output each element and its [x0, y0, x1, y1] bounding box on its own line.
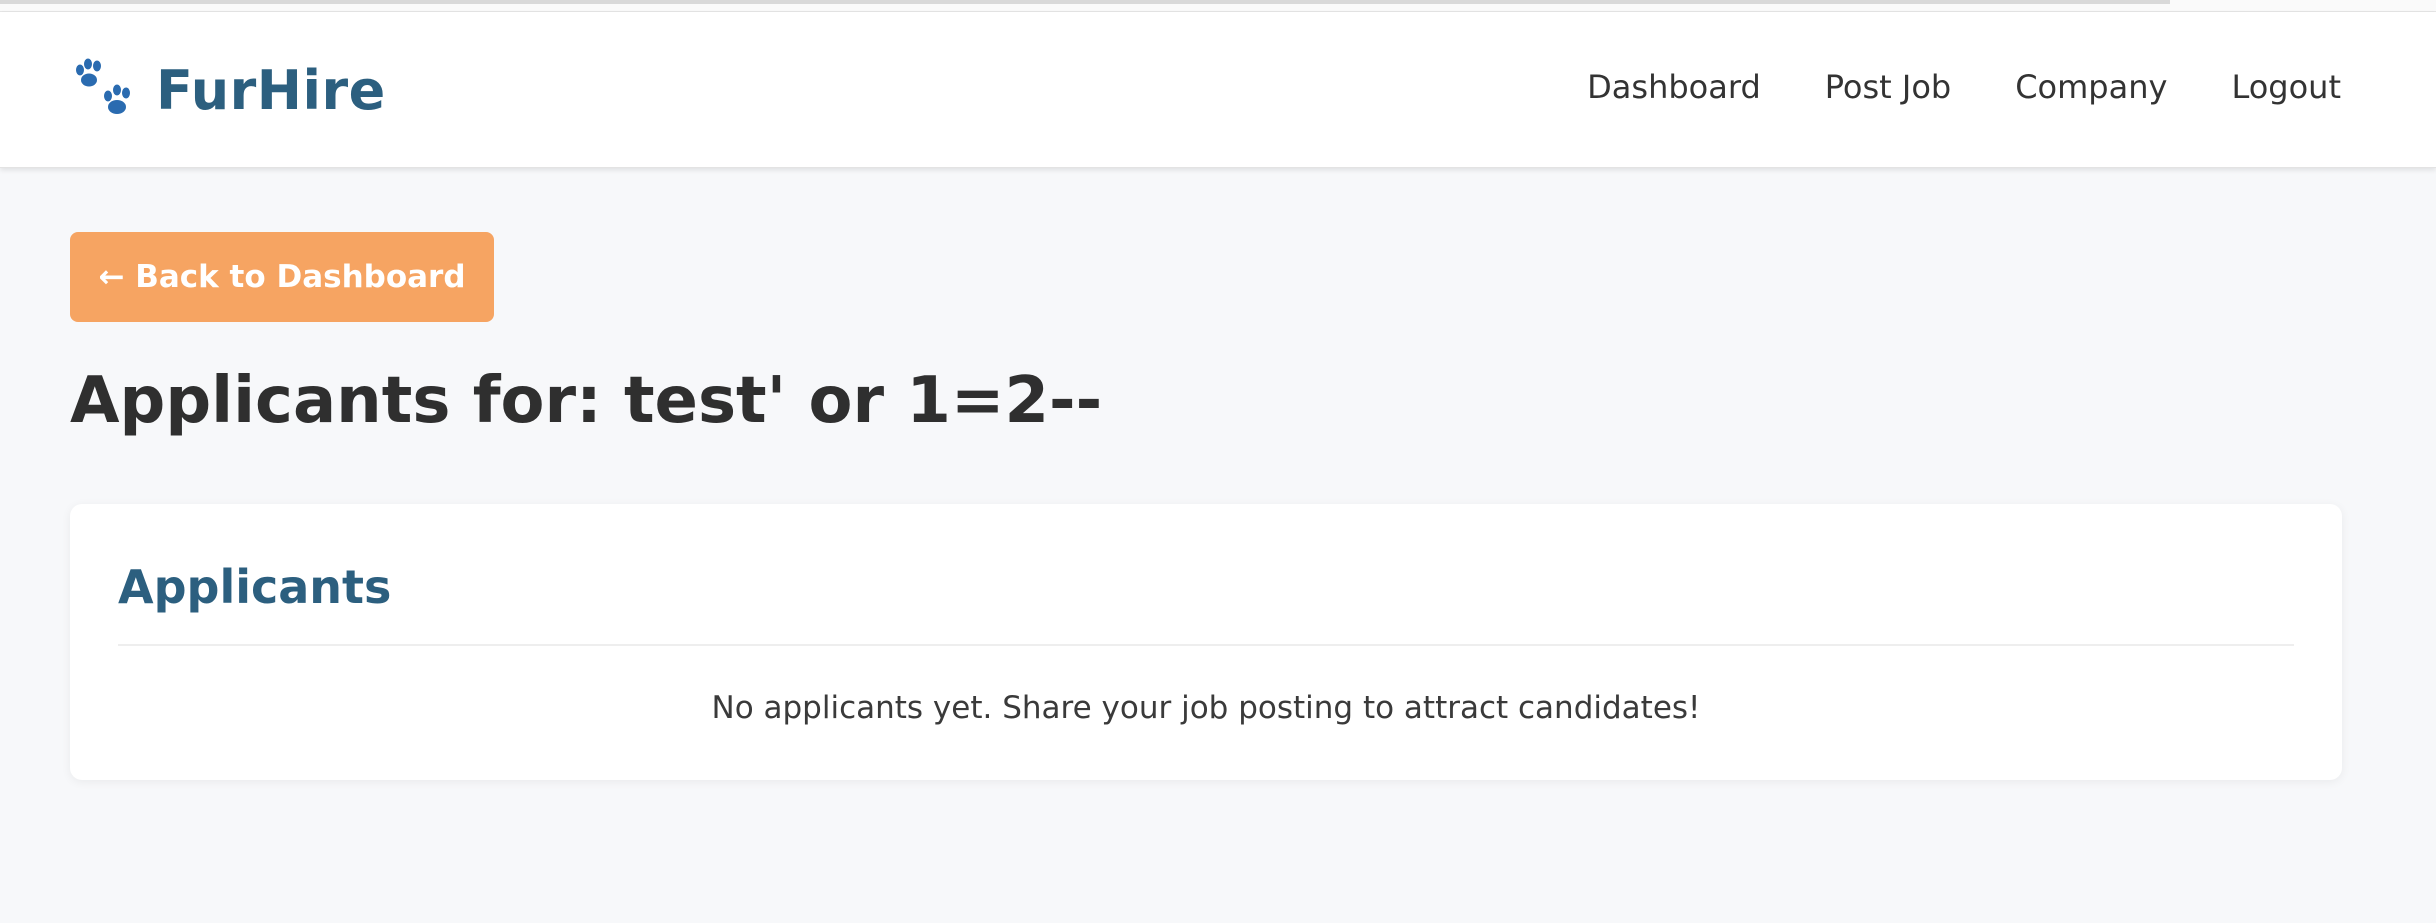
nav-post-job-link[interactable]: Post Job — [1825, 68, 1951, 106]
top-scroll-indicator — [0, 0, 2170, 4]
nav-dashboard-link[interactable]: Dashboard — [1587, 68, 1761, 106]
nav-logout-link[interactable]: Logout — [2231, 68, 2341, 106]
main-nav: Dashboard Post Job Company Logout — [1587, 68, 2341, 106]
navbar: FurHire Dashboard Post Job Company Logou… — [0, 12, 2436, 168]
browser-top-strip — [0, 0, 2436, 12]
applicants-card: Applicants No applicants yet. Share your… — [70, 504, 2342, 780]
page-title: Applicants for: test' or 1=2-- — [70, 364, 1103, 438]
applicants-card-title: Applicants — [118, 560, 392, 614]
empty-state-message: No applicants yet. Share your job postin… — [711, 690, 1701, 726]
brand-logo-link[interactable]: FurHire — [70, 56, 386, 124]
brand-name: FurHire — [156, 58, 386, 122]
back-to-dashboard-button[interactable]: ← Back to Dashboard — [70, 232, 494, 322]
nav-company-link[interactable]: Company — [2015, 68, 2167, 106]
card-divider — [118, 644, 2294, 646]
paw-icon — [70, 56, 138, 124]
